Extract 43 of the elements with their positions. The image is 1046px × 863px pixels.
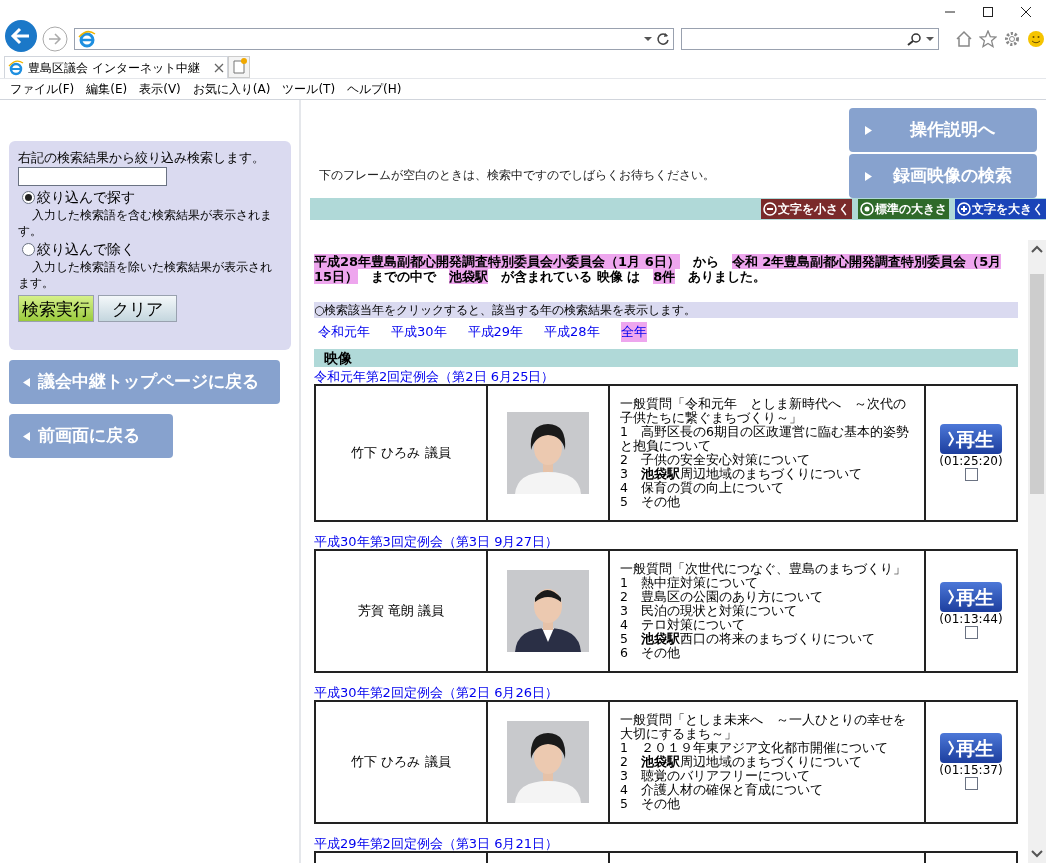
browser-tab[interactable]: 豊島区議会 インターネット中継 bbox=[4, 56, 228, 78]
session-link[interactable]: 平成29年第2回定例会（第3日 6月21日） bbox=[314, 835, 559, 851]
year-link[interactable]: 平成29年 bbox=[467, 322, 524, 342]
clear-button[interactable]: クリア bbox=[98, 295, 177, 322]
year-link[interactable]: 平成30年 bbox=[391, 322, 447, 342]
session-link[interactable]: 令和元年第2回定例会（第2日 6月25日） bbox=[314, 368, 555, 384]
instruction-text: 右記の検索結果から絞り込み検索します。 bbox=[18, 150, 266, 166]
menu-item[interactable]: 表示(V) bbox=[139, 80, 181, 98]
search-button[interactable]: 検索実行 bbox=[18, 295, 94, 322]
option-label: 絞り込んで除く bbox=[37, 241, 135, 257]
menu-item[interactable]: ヘルプ(H) bbox=[347, 80, 402, 98]
duration-text: (01:13:44) bbox=[939, 612, 1003, 626]
menu-item[interactable]: 編集(E) bbox=[86, 80, 128, 98]
menu-item[interactable]: ファイル(F) bbox=[10, 80, 75, 98]
year-link[interactable]: 平成28年 bbox=[544, 322, 600, 342]
session-link[interactable]: 平成30年第3回定例会（第3日 9月27日） bbox=[314, 533, 559, 549]
option-description: 入力した検索語を除いた検索結果が表示されます。 bbox=[18, 259, 273, 291]
member-name: 竹下 ひろみ 議員 bbox=[351, 443, 451, 462]
font-size-button[interactable]: 文字を小さく bbox=[761, 199, 852, 219]
font-size-button[interactable]: 文字を大きく bbox=[955, 199, 1046, 219]
play-button[interactable]: 再生 bbox=[940, 733, 1002, 763]
play-button[interactable]: 再生 bbox=[940, 582, 1002, 612]
session-link[interactable]: 平成30年第2回定例会（第2日 6月26日） bbox=[314, 684, 559, 700]
agenda-text: 一般質問「令和元年 としま新時代へ ～次代の子供たちに繋ぐまちづくり～」 1 高野区長の6期目の区政運営に臨む基本的姿勢と抱負について 2 子供の安全安心対策について 3 池袋駅周辺地域のまちづくりについて 4 保育の質の向上について 5 その他 bbox=[620, 396, 910, 509]
menu-item[interactable]: お気に入り(A) bbox=[192, 80, 271, 98]
agenda-text: 一般質問「としま未来へ ～一人ひとりの幸せを大切にするまち～」 1 ２０１９年東アジア文化都市開催について 2 池袋駅周辺地域のまちづくりについて 3 聴覚のバリアフリーについて 4 介護人材の確保と育成について 5 その他 bbox=[620, 712, 907, 811]
year-link[interactable]: 令和元年 bbox=[318, 322, 370, 342]
duration-text: (01:25:20) bbox=[939, 454, 1003, 468]
notice-text: 下のフレームが空白のときは、検索中ですのでしばらくお待ちください。 bbox=[318, 167, 716, 184]
tab-title: 豊島区議会 インターネット中継 bbox=[28, 59, 201, 77]
result-summary: 平成28年豊島副都心開発調査特別委員会小委員会（1月 6日） から 令和 2年豊島副都心開発調査特別委員会（5月15日） までの中で 池袋駅 が含まれている 映像 は 8件 ありました。 bbox=[314, 254, 1003, 284]
duration-text: (01:15:37) bbox=[939, 763, 1003, 777]
font-size-button[interactable]: 標準の大きさ bbox=[858, 199, 949, 219]
agenda-text: 一般質問「次世代につなぐ、豊島のまちづくり」 1 熱中症対策について 2 豊島区の公園のあり方について 3 民泊の現状と対策について 4 テロ対策について 5 池袋駅西口の将来のまちづくりについて 6 その他 bbox=[620, 561, 907, 660]
year-link[interactable]: 全年 bbox=[620, 322, 647, 342]
year-hint: ○検索該当年をクリックすると、該当する年の検索結果を表示します。 bbox=[314, 302, 1018, 318]
member-name: 芳賀 竜朗 議員 bbox=[357, 601, 445, 620]
option-label: 絞り込んで探す bbox=[37, 189, 135, 205]
play-button[interactable]: 再生 bbox=[940, 424, 1002, 454]
member-name: 竹下 ひろみ 議員 bbox=[351, 752, 451, 771]
option-description: 入力した検索語を含む検索結果が表示されます。 bbox=[18, 207, 273, 239]
menu-item[interactable]: ツール(T) bbox=[282, 80, 336, 98]
section-header: 映像 bbox=[314, 348, 1018, 367]
